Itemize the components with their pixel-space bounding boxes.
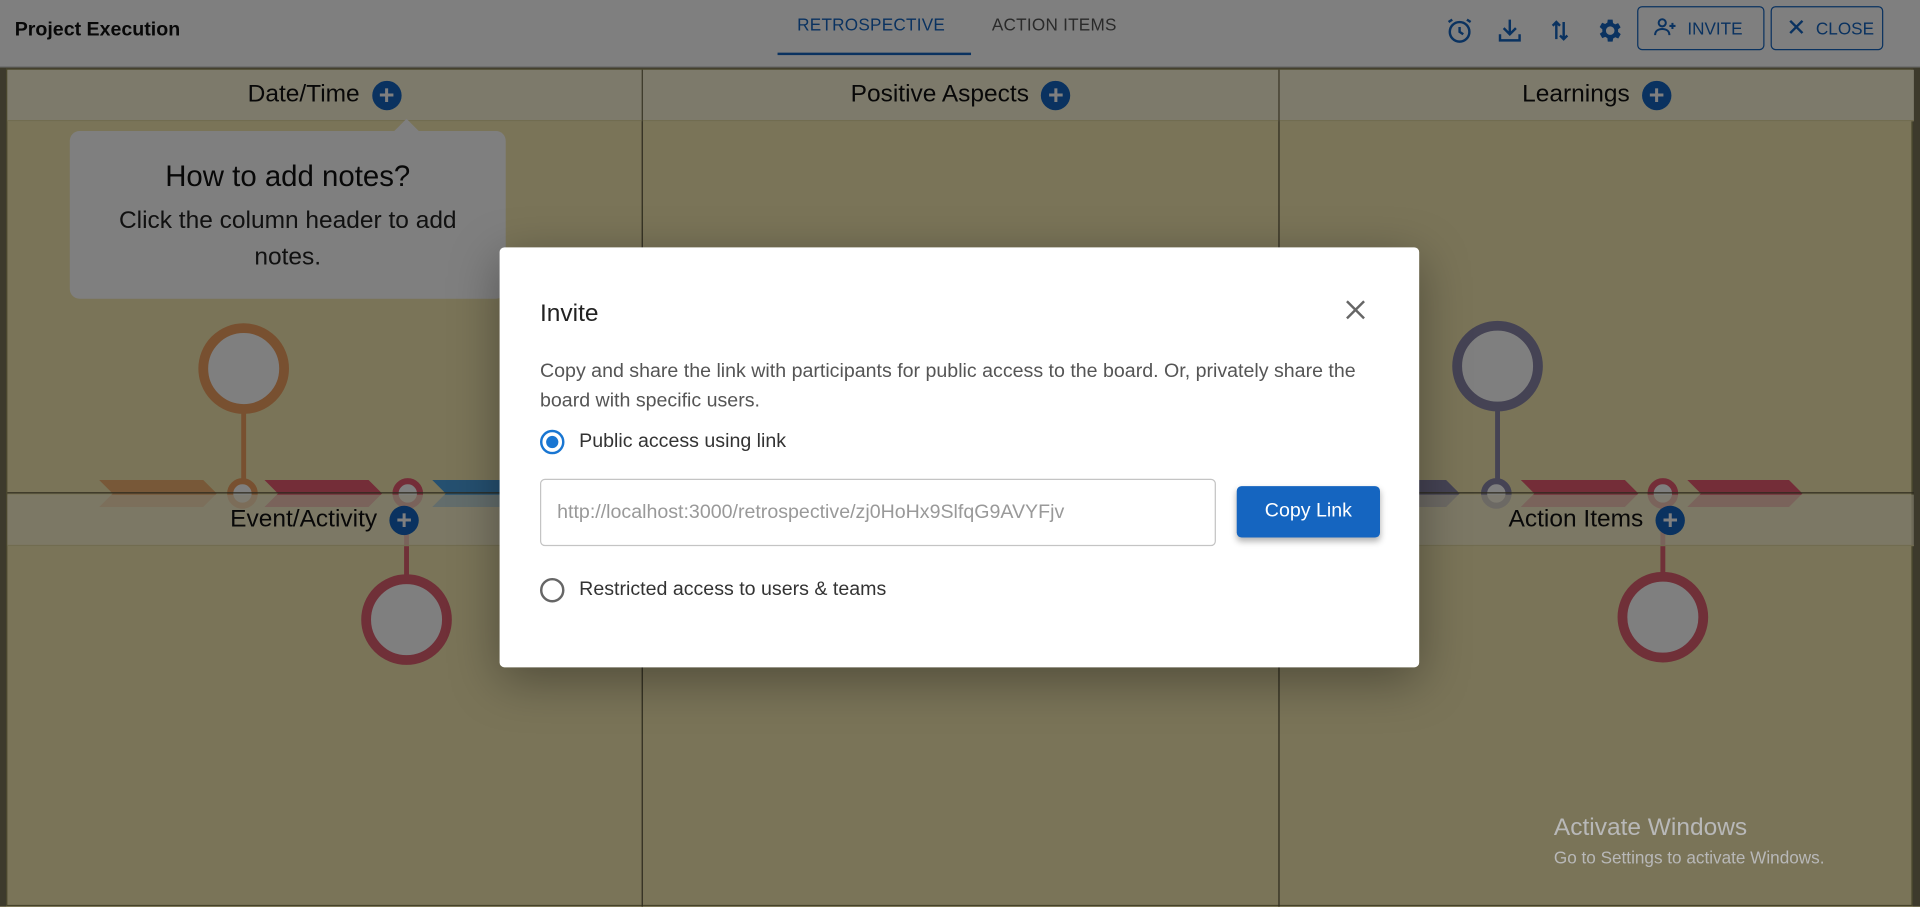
close-icon[interactable] bbox=[1342, 296, 1369, 323]
windows-activation-watermark: Activate Windows Go to Settings to activ… bbox=[1554, 814, 1825, 867]
radio-unchecked-icon[interactable] bbox=[540, 577, 565, 603]
restricted-access-option[interactable]: Restricted access to users & teams bbox=[540, 577, 887, 603]
watermark-title: Activate Windows bbox=[1553, 814, 1748, 842]
dialog-title: Invite bbox=[540, 300, 599, 327]
invite-dialog: Invite Copy and share the link with part… bbox=[499, 247, 1420, 668]
option-label: Public access using link bbox=[579, 431, 787, 452]
watermark-subtitle: Go to Settings to activate Windows. bbox=[1553, 847, 1825, 867]
share-link-field[interactable] bbox=[540, 478, 1216, 547]
public-access-option[interactable]: Public access using link bbox=[540, 429, 787, 455]
option-label: Restricted access to users & teams bbox=[579, 579, 887, 601]
dialog-description: Copy and share the link with participant… bbox=[540, 361, 1356, 412]
radio-checked-icon[interactable] bbox=[540, 429, 565, 455]
copy-link-button[interactable]: Copy Link bbox=[1236, 486, 1381, 538]
